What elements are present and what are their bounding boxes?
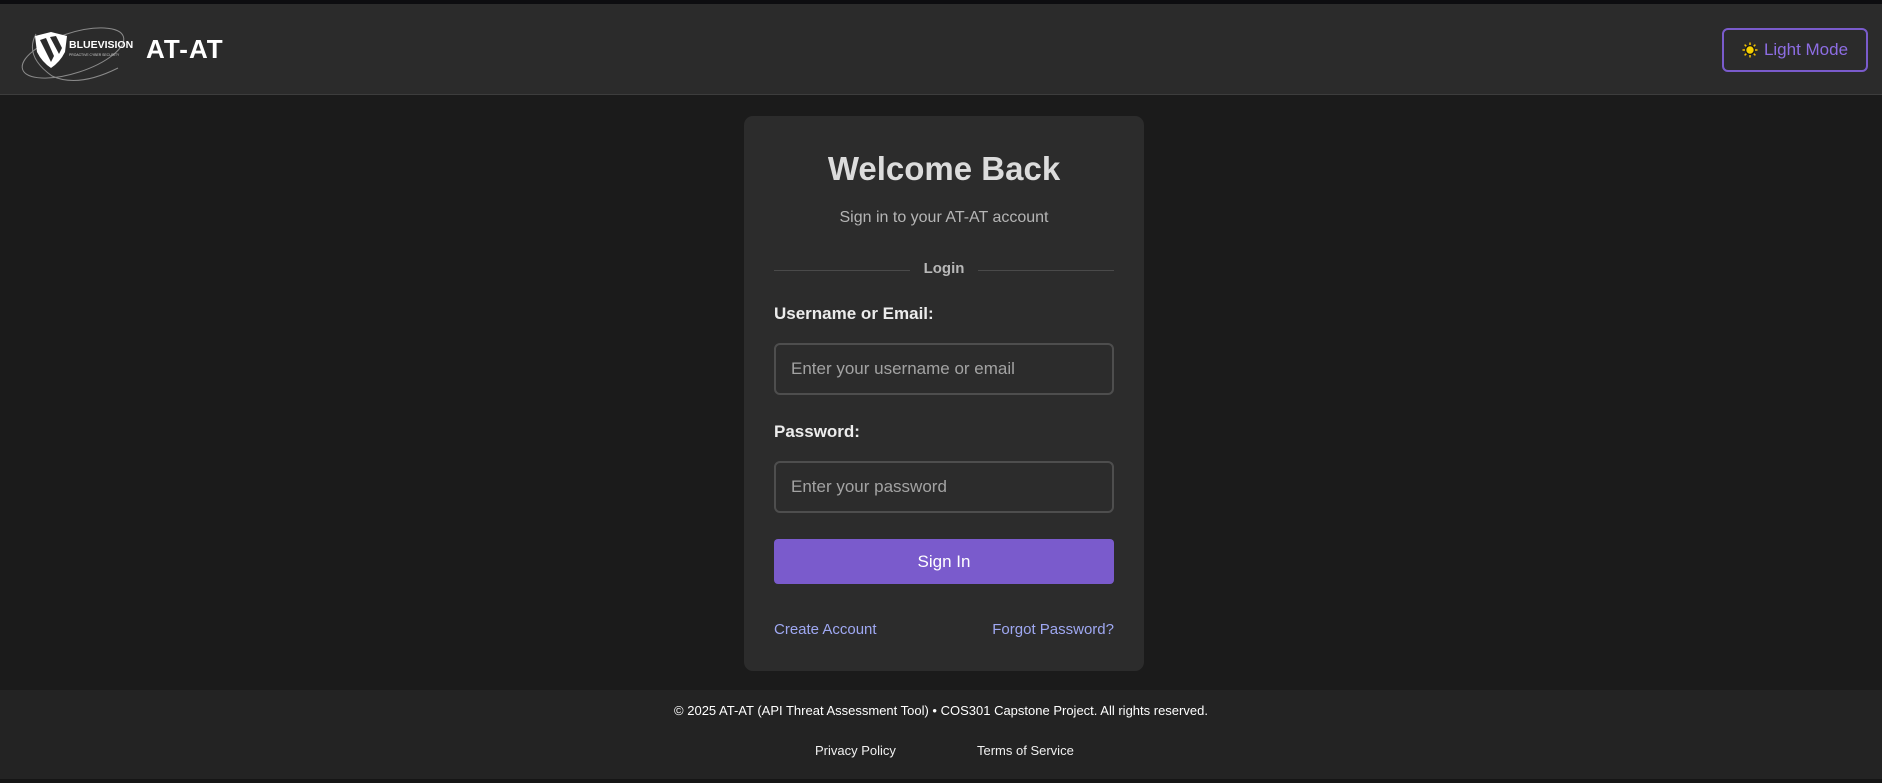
top-navbar: BLUEVISION PROACTIVE CYBER SECURITY AT-A… [0, 4, 1882, 95]
page-footer: © 2025 AT-AT (API Threat Assessment Tool… [0, 690, 1882, 779]
bluevision-logo[interactable]: BLUEVISION PROACTIVE CYBER SECURITY [18, 16, 138, 88]
logo-graphic: BLUEVISION PROACTIVE CYBER SECURITY [21, 27, 133, 81]
username-input[interactable] [774, 343, 1114, 395]
app-title: AT-AT [146, 34, 224, 64]
login-card: Welcome Back Sign in to your AT-AT accou… [744, 116, 1144, 671]
logo-tagline: PROACTIVE CYBER SECURITY [69, 53, 120, 57]
password-label: Password: [774, 422, 860, 441]
login-title: Welcome Back [827, 150, 1061, 187]
create-account-link[interactable]: Create Account [774, 621, 877, 638]
sign-in-button[interactable]: Sign In [774, 539, 1114, 584]
terms-of-service-link[interactable]: Terms of Service [977, 743, 1074, 758]
sun-icon [1742, 42, 1758, 58]
username-label: Username or Email: [774, 304, 934, 323]
divider-line-right [978, 270, 1114, 271]
logo-wordmark: BLUEVISION [69, 39, 133, 51]
password-input[interactable] [774, 461, 1114, 513]
footer-bottom-strip [0, 779, 1882, 783]
privacy-policy-link[interactable]: Privacy Policy [815, 743, 896, 758]
forgot-password-link[interactable]: Forgot Password? [992, 621, 1114, 638]
login-divider-label: Login [923, 260, 965, 277]
copyright-text: © 2025 AT-AT (API Threat Assessment Tool… [674, 703, 1208, 718]
light-mode-toggle-button[interactable]: Light Mode [1722, 28, 1868, 72]
light-mode-label: Light Mode [1763, 40, 1849, 59]
login-subtitle: Sign in to your AT-AT account [839, 209, 1049, 226]
